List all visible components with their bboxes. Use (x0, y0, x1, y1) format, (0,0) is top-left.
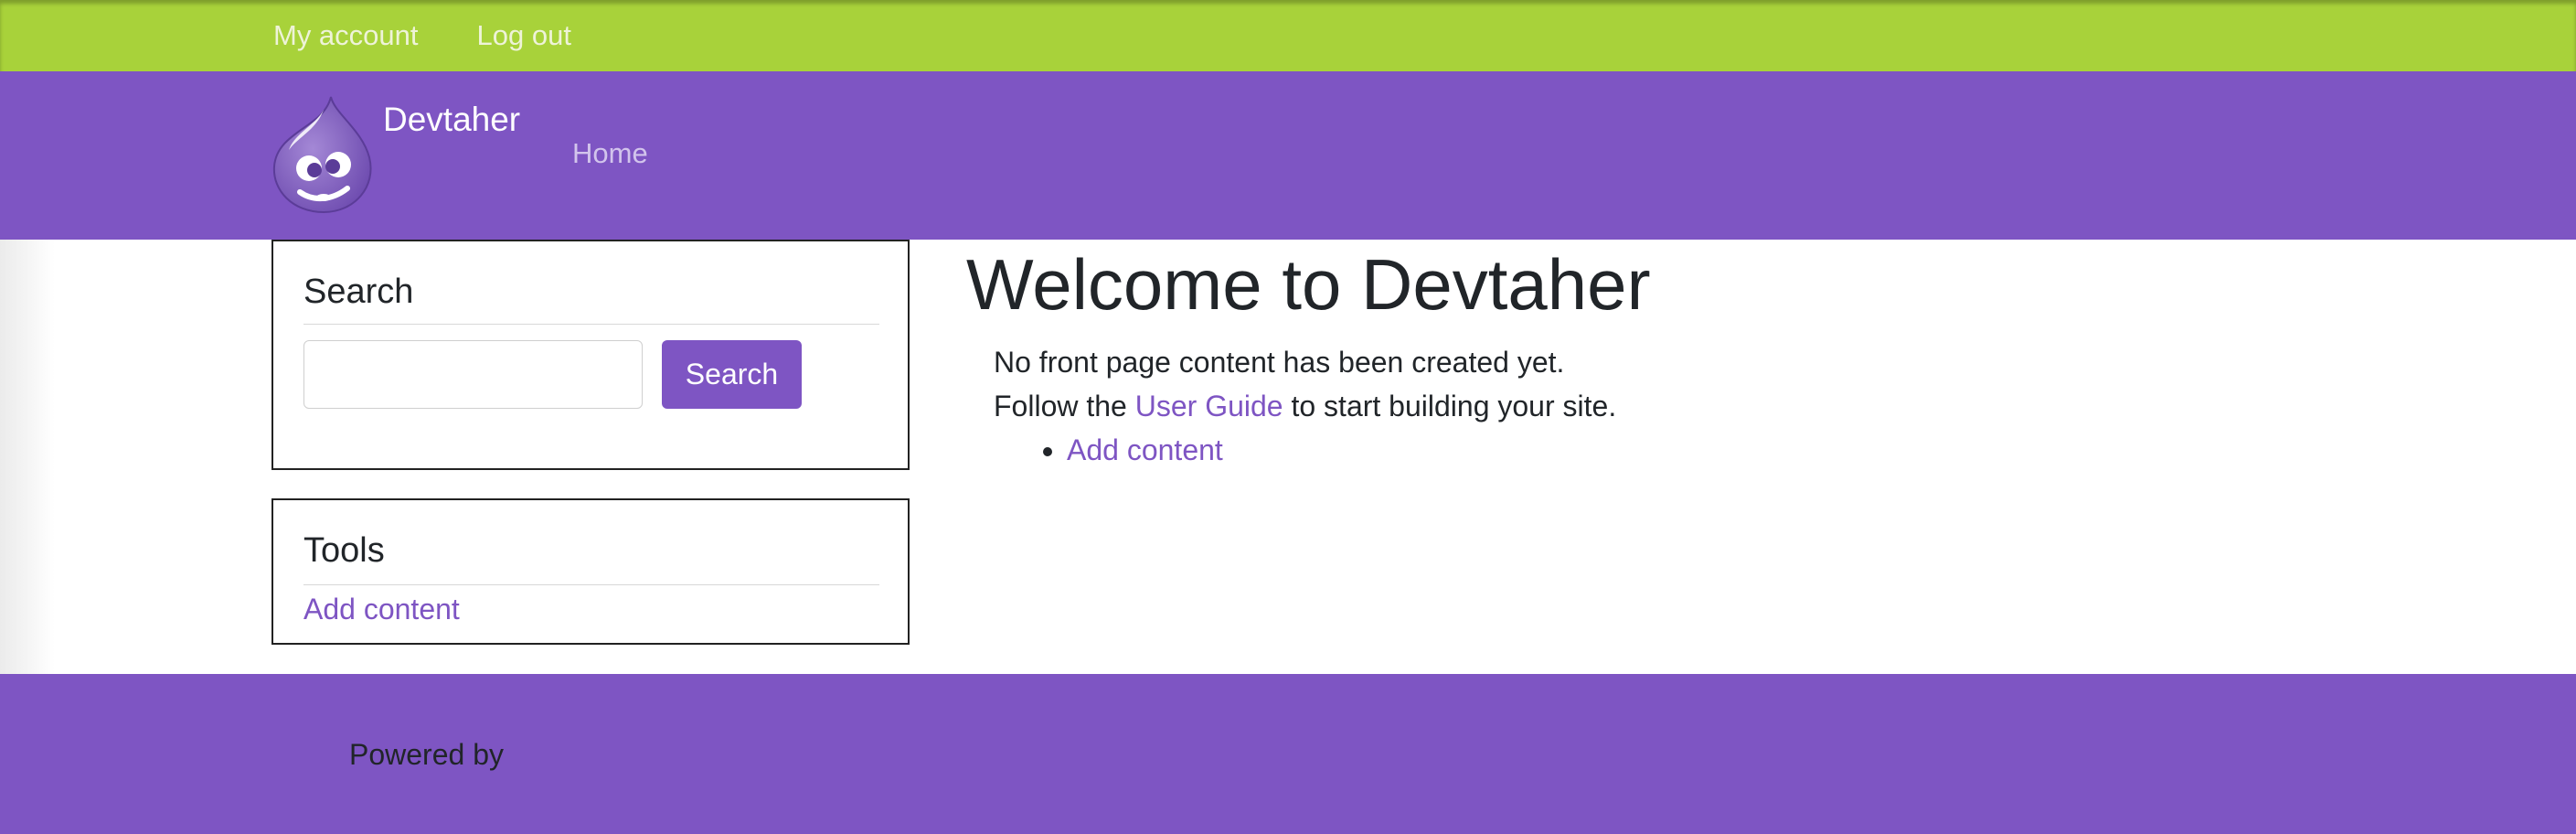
list-item: Add content (1067, 433, 1223, 467)
site-name[interactable]: Devtaher (383, 101, 520, 139)
page-edge-shade (0, 240, 55, 674)
search-block-divider (303, 324, 879, 325)
search-block-title: Search (303, 273, 414, 311)
user-guide-link[interactable]: User Guide (1135, 390, 1283, 422)
tools-block-divider (303, 584, 879, 585)
tools-block: Tools Add content (271, 498, 910, 645)
search-input[interactable] (303, 340, 643, 409)
site-header: Devtaher Home (0, 71, 2576, 240)
search-button[interactable]: Search (662, 340, 802, 409)
user-guide-prefix: Follow the (994, 390, 1135, 422)
my-account-link[interactable]: My account (273, 19, 419, 52)
add-content-link[interactable]: Add content (1067, 433, 1223, 466)
account-menu: My account Log out (273, 0, 571, 71)
log-out-link[interactable]: Log out (477, 19, 571, 52)
user-guide-message: Follow the User Guide to start building … (994, 390, 1616, 423)
powered-by-text: Powered by (349, 738, 504, 771)
quick-links-list: Add content (994, 433, 1223, 467)
site-footer: Powered by (0, 674, 2576, 834)
user-guide-suffix: to start building your site. (1283, 390, 1617, 422)
tools-add-content-link[interactable]: Add content (303, 593, 460, 626)
page-title: Welcome to Devtaher (966, 244, 1651, 325)
empty-front-page-message: No front page content has been created y… (994, 346, 1565, 379)
main-navigation: Home (572, 137, 648, 170)
top-bar: My account Log out (0, 0, 2576, 71)
nav-home-link[interactable]: Home (572, 137, 648, 169)
tools-block-title: Tools (303, 531, 385, 570)
drupal-drop-icon[interactable] (271, 93, 377, 216)
search-block: Search Search (271, 240, 910, 470)
